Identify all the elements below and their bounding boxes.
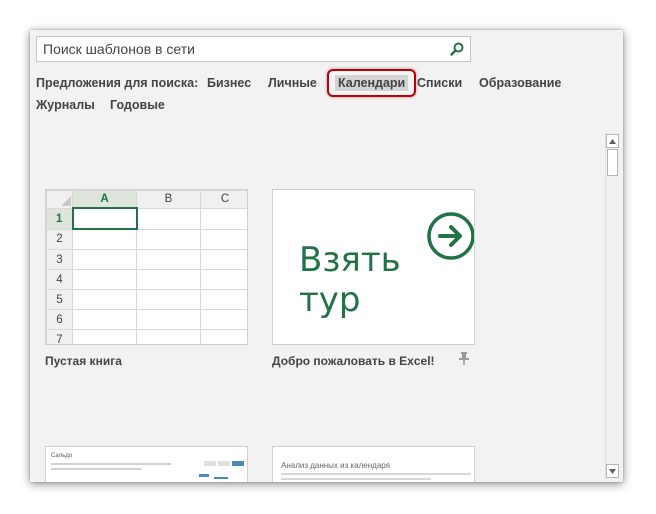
cell (136, 329, 201, 344)
column-header: A (72, 190, 137, 209)
suggestion-lists[interactable]: Списки (417, 76, 462, 90)
cell (200, 207, 247, 230)
cell (136, 309, 201, 330)
column-header: C (200, 190, 247, 209)
scroll-thumb[interactable] (607, 149, 618, 176)
select-all-corner (46, 190, 73, 209)
template-title[interactable]: Пустая книга (45, 354, 122, 368)
suggestion-personal[interactable]: Личные (268, 76, 317, 90)
pin-button[interactable] (459, 352, 469, 370)
pin-icon (459, 352, 469, 365)
column-header: B (136, 190, 201, 209)
cell (200, 329, 247, 344)
cell (200, 289, 247, 310)
preview-line (281, 478, 431, 480)
row-header: 4 (46, 269, 73, 290)
search-button[interactable] (446, 38, 468, 60)
template-saldo[interactable]: Сальдо (45, 446, 248, 482)
row-header: 1 (46, 207, 73, 230)
template-blank-workbook[interactable]: A B C 1 2 3 4 5 6 7 (45, 189, 248, 345)
cell (136, 289, 201, 310)
cell (136, 249, 201, 270)
cell (200, 228, 247, 250)
row-header: 7 (46, 329, 73, 344)
preview-line (51, 468, 141, 470)
cell (200, 269, 247, 290)
cell (72, 228, 137, 250)
search-input[interactable] (37, 37, 443, 61)
suggestion-journals[interactable]: Журналы (36, 98, 95, 112)
cell (136, 269, 201, 290)
row-header: 3 (46, 249, 73, 270)
template-calendar-analysis[interactable]: Анализ данных из календаря (272, 446, 475, 482)
spreadsheet-preview: A B C 1 2 3 4 5 6 7 (46, 190, 247, 344)
template-preview-title: Анализ данных из календаря (281, 461, 390, 470)
suggestion-calendars[interactable]: Календари (327, 69, 417, 97)
row-header: 6 (46, 309, 73, 330)
search-box (36, 36, 471, 62)
cell (72, 249, 137, 270)
cell (72, 269, 137, 290)
preview-line (281, 473, 471, 475)
preview-line (51, 463, 171, 465)
preview-block (232, 461, 244, 466)
preview-block (218, 461, 230, 466)
cell (72, 329, 137, 344)
template-gallery-window: Предложения для поиска: Бизнес Личные Ка… (30, 30, 623, 482)
arrow-right-circle-icon (427, 212, 474, 260)
suggestions-label: Предложения для поиска: (36, 76, 199, 90)
search-icon (450, 42, 464, 56)
row-header: 2 (46, 228, 73, 250)
template-preview-title: Сальдо (51, 453, 73, 459)
preview-block (214, 477, 228, 479)
tour-title-line2: тур (299, 280, 361, 320)
row-header: 5 (46, 289, 73, 310)
cell (72, 309, 137, 330)
scroll-down-button[interactable] (606, 464, 619, 478)
arrow-down-icon (609, 468, 616, 474)
preview-block (199, 474, 209, 477)
active-cell (71, 207, 138, 230)
suggestion-yearly[interactable]: Годовые (110, 98, 165, 112)
template-take-a-tour[interactable]: Взять тур (272, 189, 475, 345)
preview-block (204, 461, 216, 466)
cell (136, 228, 201, 250)
suggestion-education[interactable]: Образование (479, 76, 561, 90)
tour-title-line1: Взять (299, 240, 401, 280)
scroll-up-button[interactable] (606, 134, 619, 148)
cell (200, 309, 247, 330)
suggestion-business[interactable]: Бизнес (207, 76, 251, 90)
cell (200, 249, 247, 270)
cell (136, 207, 201, 230)
cell (72, 289, 137, 310)
vertical-scrollbar[interactable] (605, 133, 619, 479)
template-title[interactable]: Добро пожаловать в Excel! (272, 354, 435, 368)
arrow-up-icon (609, 138, 616, 144)
suggestion-calendars-label: Календари (335, 75, 409, 91)
